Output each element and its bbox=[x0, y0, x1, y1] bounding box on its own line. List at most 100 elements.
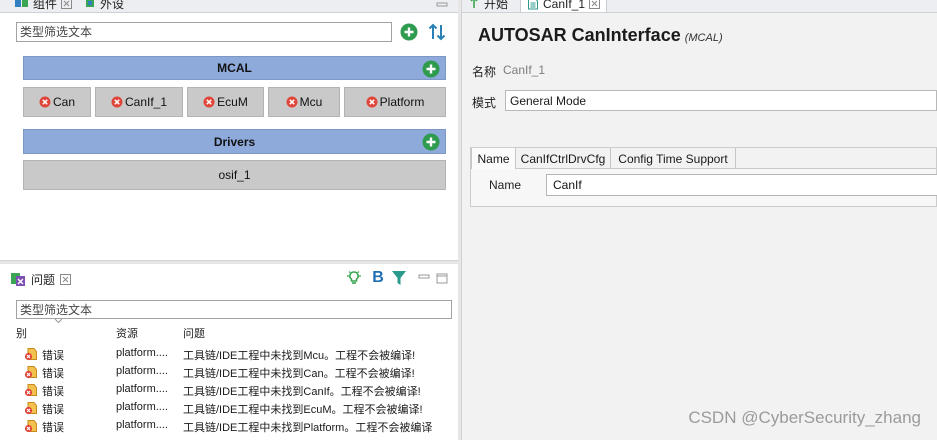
components-view-icon bbox=[14, 0, 29, 9]
problem-row[interactable]: 错误 platform.... 工具链/IDE工程中未找到CanIf。工程不会被… bbox=[0, 381, 458, 399]
group-header-mcal: MCAL bbox=[23, 56, 446, 80]
error-marker-icon bbox=[24, 419, 38, 433]
group-title: Drivers bbox=[213, 134, 256, 149]
minimize-icon[interactable] bbox=[418, 268, 430, 288]
tab-peripherals[interactable]: 外设 bbox=[84, 0, 124, 12]
container-tabs: Name CanIfCtrlDrvCfg Config Time Support… bbox=[470, 147, 937, 207]
problems-filter-input[interactable] bbox=[16, 300, 452, 319]
tab-name[interactable]: Name bbox=[471, 148, 516, 169]
error-circle-icon bbox=[366, 96, 378, 108]
component-label: Can bbox=[52, 95, 75, 109]
mode-selected-value: General Mode bbox=[510, 93, 587, 108]
problem-severity: 错误 bbox=[42, 386, 64, 398]
sort-icon[interactable] bbox=[427, 22, 447, 42]
config-file-icon bbox=[527, 0, 539, 10]
components-filter-input[interactable] bbox=[16, 22, 392, 42]
component-ecum[interactable]: EcuM bbox=[187, 87, 264, 117]
group-title: MCAL bbox=[217, 61, 252, 75]
close-icon[interactable] bbox=[60, 273, 72, 285]
tab-label: 组件 bbox=[33, 0, 58, 11]
lightbulb-icon[interactable] bbox=[345, 268, 363, 288]
add-component-button[interactable] bbox=[400, 23, 418, 41]
component-label: Platform bbox=[379, 95, 425, 109]
problem-resource: platform.... bbox=[116, 347, 168, 359]
error-marker-icon bbox=[24, 347, 38, 361]
tab-label: 开始 bbox=[484, 0, 509, 11]
error-marker-icon bbox=[24, 365, 38, 379]
close-icon[interactable] bbox=[61, 0, 73, 9]
problem-message: 工具链/IDE工程中未找到Mcu。工程不会被编译! bbox=[183, 350, 416, 362]
add-driver-component-button[interactable] bbox=[422, 133, 440, 151]
problem-severity: 错误 bbox=[42, 404, 64, 416]
container-tabbar: Name CanIfCtrlDrvCfg Config Time Support bbox=[471, 148, 936, 169]
tab-problems[interactable]: 问题 bbox=[10, 268, 72, 290]
component-mcu[interactable]: Mcu bbox=[268, 87, 340, 117]
minimize-icon[interactable] bbox=[436, 2, 448, 8]
problem-severity: 错误 bbox=[42, 368, 64, 380]
filter-icon[interactable] bbox=[391, 268, 407, 288]
left-pane: 组件 外设 MCAL Can CanIf_1 bbox=[0, 0, 458, 440]
problem-message: 工具链/IDE工程中未找到CanIf。工程不会被编译! bbox=[183, 386, 421, 398]
component-label: EcuM bbox=[217, 95, 248, 109]
problem-message: 工具链/IDE工程中未找到EcuM。工程不会被编译! bbox=[183, 404, 423, 416]
editor-tabbar: 开始 CanIf_1 bbox=[462, 0, 937, 13]
component-label: osif_1 bbox=[218, 168, 251, 182]
tab-label: CanIf_1 bbox=[543, 0, 586, 11]
editor-title: AUTOSAR CanInterface (MCAL) bbox=[478, 25, 723, 46]
problem-resource: platform.... bbox=[116, 365, 168, 377]
name-field-input[interactable] bbox=[546, 174, 937, 196]
component-label: CanIf_1 bbox=[124, 95, 168, 109]
tab-start[interactable]: 开始 bbox=[468, 0, 508, 12]
problem-resource: platform.... bbox=[116, 401, 168, 413]
problem-message: 工具链/IDE工程中未找到Platform。工程不会被编译 bbox=[183, 422, 433, 434]
module-title: AUTOSAR CanInterface bbox=[478, 25, 681, 45]
tab-label: 问题 bbox=[31, 272, 56, 287]
problem-row[interactable]: 错误 platform.... 工具链/IDE工程中未找到Platform。工程… bbox=[0, 417, 458, 435]
problems-view-icon bbox=[10, 271, 26, 287]
problem-message: 工具链/IDE工程中未找到Can。工程不会被编译! bbox=[183, 368, 415, 380]
tab-canifctrldrvcfg[interactable]: CanIfCtrlDrvCfg bbox=[516, 148, 611, 169]
tab-config-time-support[interactable]: Config Time Support bbox=[611, 148, 736, 169]
error-circle-icon bbox=[286, 96, 298, 108]
problem-severity: 错误 bbox=[42, 422, 64, 434]
start-icon bbox=[468, 0, 480, 9]
maximize-icon[interactable] bbox=[436, 268, 448, 288]
problem-row[interactable]: 错误 platform.... 工具链/IDE工程中未找到EcuM。工程不会被编… bbox=[0, 399, 458, 417]
sort-indicator-icon bbox=[54, 318, 63, 324]
problem-row[interactable]: 错误 platform.... 工具链/IDE工程中未找到Mcu。工程不会被编译… bbox=[0, 345, 458, 363]
component-platform[interactable]: Platform bbox=[344, 87, 446, 117]
error-marker-icon bbox=[24, 401, 38, 415]
problem-severity: 错误 bbox=[42, 350, 64, 362]
close-icon[interactable] bbox=[589, 0, 601, 9]
name-field-label: Name bbox=[489, 178, 522, 192]
tab-label: 外设 bbox=[100, 0, 125, 11]
group-header-drivers: Drivers bbox=[23, 129, 446, 154]
problem-resource: platform.... bbox=[116, 419, 168, 431]
mode-select[interactable]: General Mode bbox=[505, 90, 937, 111]
tab-canif-1[interactable]: CanIf_1 bbox=[520, 0, 608, 12]
component-osif-1[interactable]: osif_1 bbox=[23, 160, 446, 190]
component-label: Mcu bbox=[299, 95, 323, 109]
component-canif-1[interactable]: CanIf_1 bbox=[95, 87, 183, 117]
components-view-tabbar: 组件 外设 bbox=[0, 0, 458, 13]
column-header-severity[interactable]: 别 bbox=[16, 325, 27, 341]
name-value: CanIf_1 bbox=[503, 63, 546, 77]
mode-label: 模式 bbox=[472, 96, 497, 110]
component-can[interactable]: Can bbox=[23, 87, 91, 117]
name-label: 名称 bbox=[472, 65, 497, 79]
error-marker-icon bbox=[24, 383, 38, 397]
problem-row[interactable]: 错误 platform.... 工具链/IDE工程中未找到Can。工程不会被编译… bbox=[0, 363, 458, 381]
view-sash[interactable] bbox=[0, 260, 458, 264]
problem-resource: platform.... bbox=[116, 383, 168, 395]
watermark: CSDN @CyberSecurity_zhang bbox=[688, 408, 921, 427]
tab-components[interactable]: 组件 bbox=[14, 0, 73, 12]
module-subtitle: (MCAL) bbox=[684, 32, 723, 44]
group-by-button[interactable]: B bbox=[370, 268, 386, 288]
editor-pane: 开始 CanIf_1 AUTOSAR CanInterface (MCAL) 名… bbox=[462, 0, 937, 440]
error-circle-icon bbox=[39, 96, 51, 108]
error-circle-icon bbox=[111, 96, 123, 108]
error-circle-icon bbox=[203, 96, 215, 108]
add-mcal-component-button[interactable] bbox=[422, 60, 440, 78]
column-header-problem[interactable]: 问题 bbox=[183, 325, 205, 341]
column-header-resource[interactable]: 资源 bbox=[116, 325, 138, 341]
